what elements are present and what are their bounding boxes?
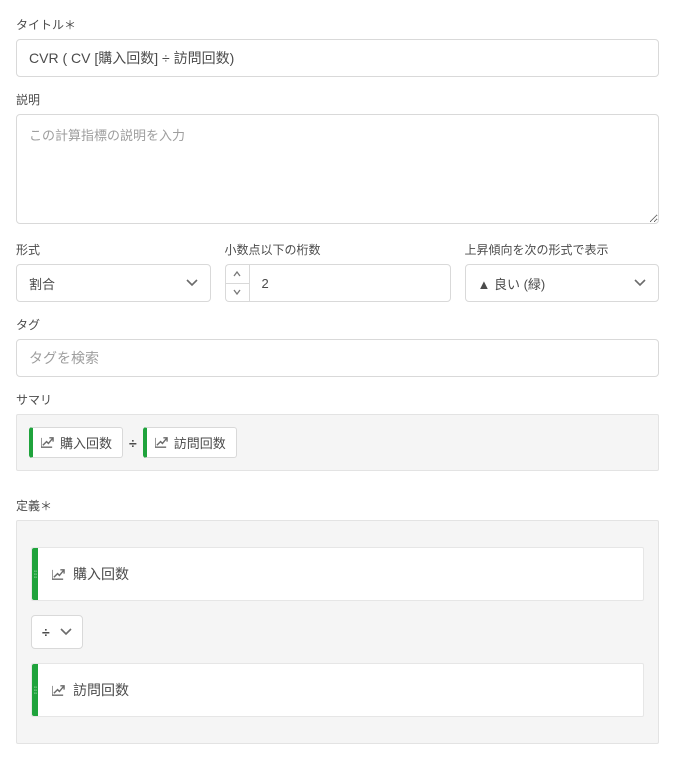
drag-dots-icon: ······ <box>34 570 37 579</box>
drag-handle[interactable]: ······ <box>32 548 38 600</box>
drag-handle[interactable]: ······ <box>32 664 38 716</box>
drag-dots-icon: ······ <box>34 686 37 695</box>
format-value: 割合 <box>29 274 55 293</box>
decimals-increment[interactable] <box>226 265 249 284</box>
metric-icon <box>52 684 65 697</box>
metric-icon <box>52 568 65 581</box>
definition-row-2[interactable]: ······ 訪問回数 <box>31 663 644 717</box>
summary-operator: ÷ <box>129 435 137 451</box>
summary-box: 購入回数 ÷ 訪問回数 <box>16 414 659 471</box>
definition-row-1[interactable]: ······ 購入回数 <box>31 547 644 601</box>
decimals-decrement[interactable] <box>226 284 249 302</box>
definition-box: ······ 購入回数 ÷ ······ 訪問回数 <box>16 520 659 744</box>
definition-label: 定義＊ <box>16 497 659 514</box>
definition-row-1-label: 購入回数 <box>73 564 129 584</box>
metric-icon <box>155 436 168 449</box>
description-label: 説明 <box>16 91 659 108</box>
chevron-down-icon <box>60 626 72 638</box>
trend-value: ▲ 良い (緑) <box>478 274 546 293</box>
metric-icon <box>41 436 54 449</box>
tag-label: タグ <box>16 316 659 333</box>
decimals-label: 小数点以下の桁数 <box>225 241 451 258</box>
operator-select[interactable]: ÷ <box>31 615 83 649</box>
summary-chip-1-label: 購入回数 <box>60 433 112 452</box>
summary-label: サマリ <box>16 391 659 408</box>
summary-chip-2[interactable]: 訪問回数 <box>143 427 237 458</box>
trend-select[interactable]: ▲ 良い (緑) <box>465 264 660 302</box>
title-label: タイトル＊ <box>16 16 659 33</box>
trend-label: 上昇傾向を次の形式で表示 <box>465 241 660 258</box>
summary-chip-2-label: 訪問回数 <box>174 433 226 452</box>
format-select[interactable]: 割合 <box>16 264 211 302</box>
summary-chip-1[interactable]: 購入回数 <box>29 427 123 458</box>
chevron-down-icon <box>186 277 198 289</box>
operator-value: ÷ <box>42 624 50 640</box>
chevron-up-icon <box>233 271 241 277</box>
format-label: 形式 <box>16 241 211 258</box>
chevron-down-icon <box>634 277 646 289</box>
decimals-input[interactable] <box>249 264 451 302</box>
tag-search-input[interactable] <box>16 339 659 377</box>
description-textarea[interactable] <box>16 114 659 224</box>
title-input[interactable] <box>16 39 659 77</box>
definition-row-2-label: 訪問回数 <box>73 680 129 700</box>
chevron-down-icon <box>233 289 241 295</box>
